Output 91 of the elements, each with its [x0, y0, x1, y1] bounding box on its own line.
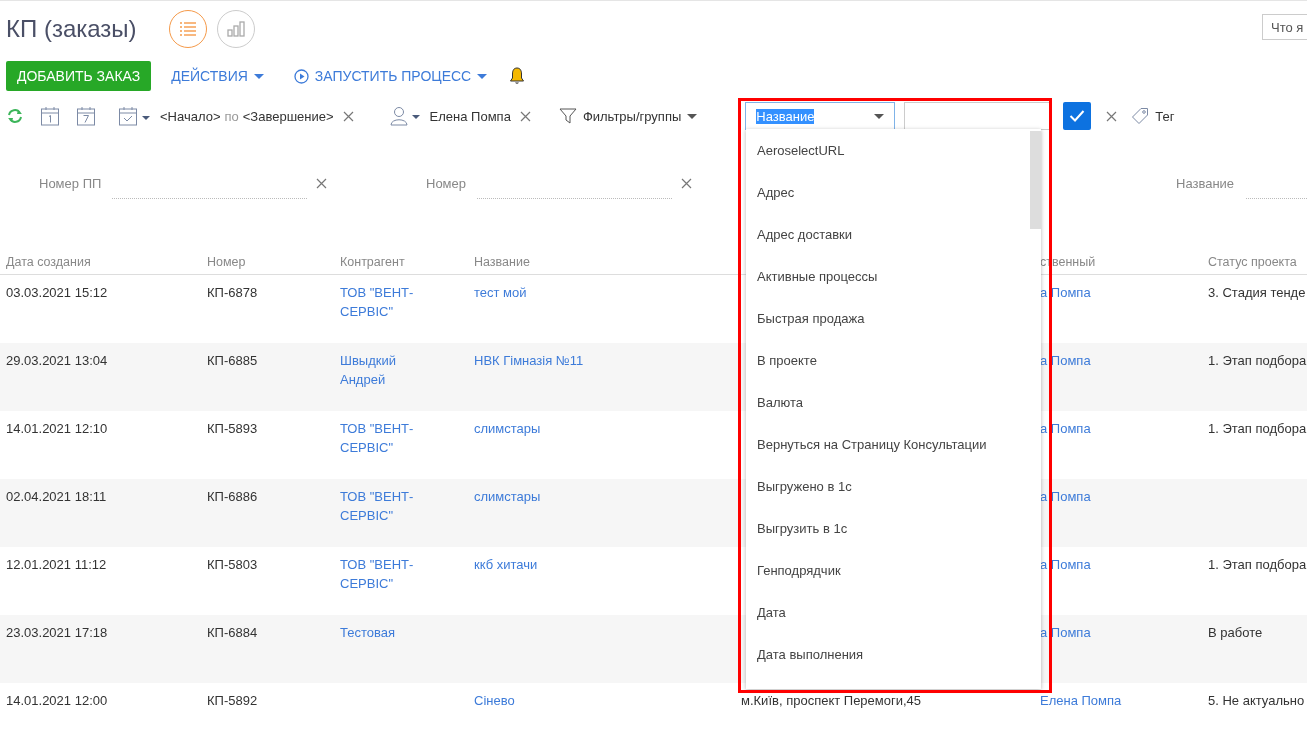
close-icon[interactable] [342, 110, 354, 122]
filter-icon [558, 107, 577, 125]
check-icon [1069, 109, 1086, 123]
number-cell-text: КП-5803 [207, 556, 259, 574]
actions-menu-button[interactable]: ДЕЙСТВИЯ [171, 68, 264, 84]
responsible-link[interactable]: а Помпа [1040, 555, 1186, 574]
dropdown-option[interactable]: Выгрузить в 1с [746, 508, 1028, 550]
close-icon[interactable] [519, 110, 531, 122]
dropdown-option[interactable]: Вернуться на Страницу Консультации [746, 424, 1028, 466]
name-link[interactable]: слимстары [474, 419, 719, 438]
period-start[interactable]: <Начало> [160, 108, 221, 124]
apply-button[interactable] [1063, 102, 1092, 130]
address-cell-text: м.Київ, проспект Перемоги,45 [741, 692, 923, 710]
responsible-link[interactable]: а Помпа [1040, 283, 1186, 302]
responsible-link[interactable]: а Помпа [1040, 419, 1186, 438]
filter-label: Номер ПП [39, 175, 103, 191]
status-cell-text: 1. Этап подбора [1208, 420, 1307, 438]
dropdown-option[interactable]: Выгружено в 1с [746, 466, 1028, 508]
date-cell-text: 02.04.2021 18:11 [6, 488, 108, 506]
number-cell-text: КП-5892 [207, 692, 259, 710]
refresh-icon[interactable] [6, 108, 24, 124]
dropdown-option[interactable]: AeroselectURL [746, 130, 1028, 172]
date-cell-text: 12.01.2021 11:12 [6, 556, 108, 574]
status-cell-text: 3. Стадия тенде [1208, 284, 1306, 302]
responsible-link[interactable]: Елена Помпа [1040, 691, 1186, 710]
page-title: КП (заказы) [6, 15, 137, 43]
contractor-link[interactable]: Тестовая [340, 623, 444, 642]
status-cell-text: 1. Этап подбора [1208, 556, 1307, 574]
dropdown-option[interactable]: Валюта [746, 382, 1028, 424]
add-order-button[interactable]: ДОБАВИТЬ ЗАКАЗ [6, 61, 152, 91]
column-header[interactable]: Контрагент [340, 254, 405, 269]
number-cell-text: КП-6878 [207, 284, 259, 302]
column-header[interactable]: Название [474, 254, 530, 269]
column-header[interactable]: Номер [207, 254, 246, 269]
dropdown-option[interactable]: Генподрядчик [746, 550, 1028, 592]
status-cell-text: В работе [1208, 624, 1264, 642]
number-cell-text: КП-5893 [207, 420, 259, 438]
filter-label: Номер [426, 175, 467, 191]
day-calendar-icon[interactable] [40, 106, 60, 126]
dropdown-option[interactable]: В проекте [746, 340, 1028, 382]
clear-icon[interactable] [316, 177, 327, 189]
dropdown-option[interactable]: Активные процессы [746, 256, 1028, 298]
responsible-link[interactable]: а Помпа [1040, 487, 1186, 506]
bell-icon[interactable] [509, 67, 526, 85]
column-header[interactable]: Статус проекта [1208, 254, 1297, 269]
date-cell-text: 14.01.2021 12:00 [6, 692, 109, 710]
contractor-link[interactable]: ТОВ "ВЕНТ-СЕРВІС" [340, 555, 444, 593]
bar-chart-icon [226, 21, 245, 37]
contractor-link[interactable]: ТОВ "ВЕНТ-СЕРВІС" [340, 419, 444, 457]
search-field[interactable]: Что я [1262, 14, 1307, 40]
filter-label: Название [1176, 175, 1236, 191]
status-cell-text: 5. Не актуально [1208, 692, 1305, 710]
responsible-link[interactable]: а Помпа [1040, 351, 1186, 370]
contractor-link[interactable]: Швыдкий Андрей [340, 351, 444, 389]
contractor-link[interactable]: ТОВ "ВЕНТ-СЕРВІС" [340, 283, 444, 321]
dropdown-option[interactable]: Быстрая продажа [746, 298, 1028, 340]
filters-groups-button[interactable]: Фильтры/группы [558, 107, 698, 125]
name-link[interactable]: ккб хитачи [474, 555, 719, 574]
name-link[interactable]: НВК Гімназія №11 [474, 351, 719, 370]
run-process-button[interactable]: ЗАПУСТИТЬ ПРОЦЕСС [293, 68, 488, 84]
responsible-link[interactable]: а Помпа [1040, 623, 1186, 642]
scrollbar-thumb[interactable] [1030, 131, 1041, 229]
period-calendar-icon[interactable] [118, 106, 152, 126]
tag-icon [1131, 107, 1150, 125]
period-end[interactable]: <Завершение> [242, 108, 334, 124]
list-icon [178, 21, 197, 37]
name-link[interactable]: Сінево [474, 691, 719, 710]
column-header[interactable]: Дата создания [6, 254, 91, 269]
dropdown-option[interactable]: Адрес доставки [746, 214, 1028, 256]
date-cell-text: 03.03.2021 15:12 [6, 284, 109, 302]
play-icon [293, 68, 309, 84]
dropdown-option[interactable]: Дата [746, 592, 1028, 634]
tag-button[interactable]: Тег [1131, 107, 1175, 125]
dropdown-option[interactable]: Адрес [746, 172, 1028, 214]
date-cell-text: 29.03.2021 13:04 [6, 352, 109, 370]
dropdown-option[interactable]: Дата выполнения [746, 634, 1028, 676]
number-cell-text: КП-6885 [207, 352, 259, 370]
number-cell-text: КП-6884 [207, 624, 259, 642]
status-cell-text: 1. Этап подбора [1208, 352, 1307, 370]
period-joiner: по [224, 108, 239, 124]
close-icon[interactable] [1106, 110, 1118, 122]
number-cell-text: КП-6886 [207, 488, 259, 506]
week-calendar-icon[interactable] [76, 106, 96, 126]
name-link[interactable]: слимстары [474, 487, 719, 506]
contractor-link[interactable]: ТОВ "ВЕНТ-СЕРВІС" [340, 487, 444, 525]
clear-icon[interactable] [681, 177, 692, 189]
name-link[interactable]: тест мой [474, 283, 719, 302]
owner-filter[interactable]: Елена Помпа [429, 108, 511, 124]
date-cell-text: 14.01.2021 12:10 [6, 420, 109, 438]
list-view-button[interactable] [168, 10, 207, 48]
date-cell-text: 23.03.2021 17:18 [6, 624, 109, 642]
